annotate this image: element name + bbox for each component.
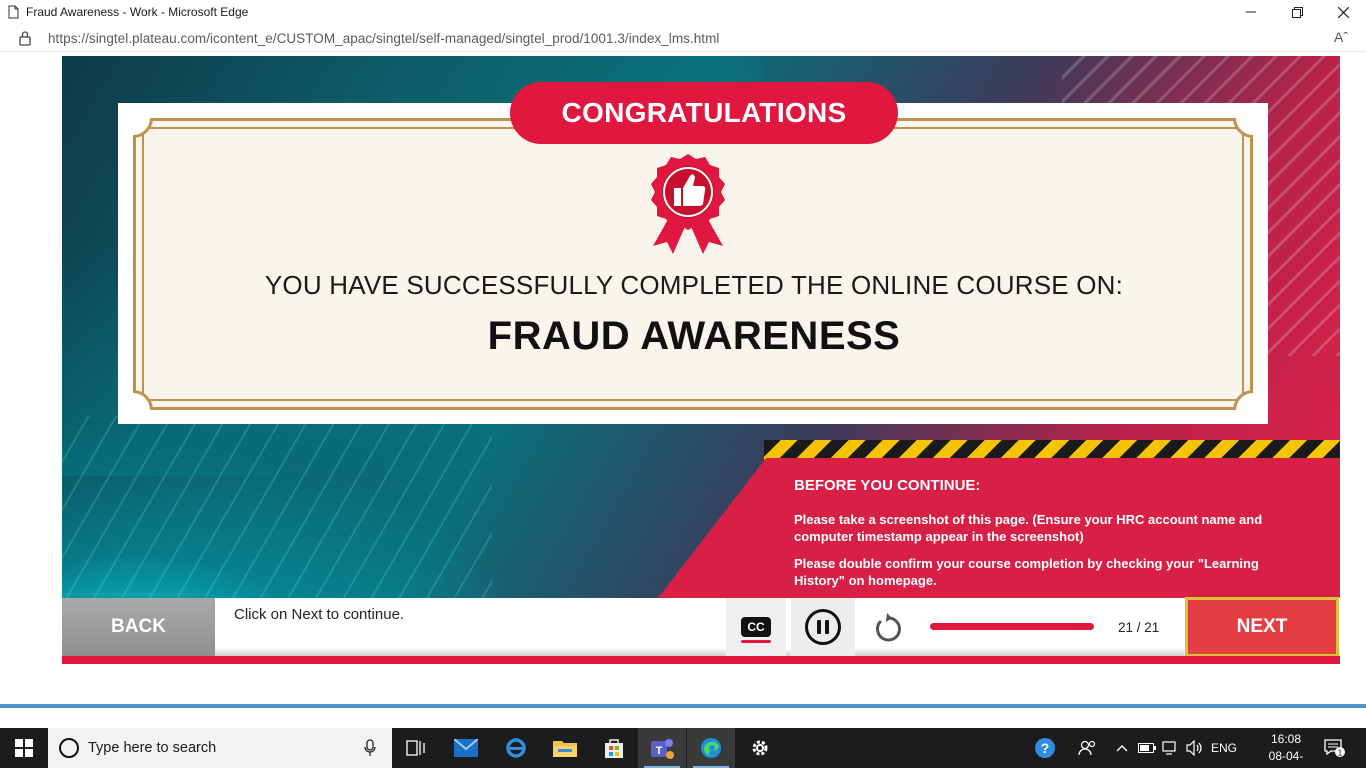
gear-icon [752,740,768,756]
pause-bar [817,620,821,634]
notification-icon: 1 [1324,739,1345,758]
taskbar-store[interactable] [590,728,638,768]
closed-caption-button[interactable]: CC [726,598,786,656]
input-language[interactable]: ENG [1208,728,1240,768]
taskbar-edge[interactable] [687,728,735,768]
taskbar-file-explorer[interactable] [541,728,589,768]
notification-count: 1 [1338,749,1343,758]
congratulations-banner: CONGRATULATIONS [510,82,898,144]
window-title-bar: Fraud Awareness - Work - Microsoft Edge [0,0,1366,24]
task-view-icon [406,740,425,756]
volume-tray-button[interactable] [1184,728,1206,768]
taskbar-teams[interactable]: T [638,728,686,768]
pause-bar [825,620,829,634]
close-button[interactable] [1320,0,1366,24]
cc-icon: CC [741,617,771,643]
progress-bar[interactable] [930,623,1094,630]
page-counter: 21 / 21 [1118,620,1160,635]
search-icon [59,738,79,758]
teams-icon: T [651,739,674,759]
maximize-button[interactable] [1274,0,1320,24]
network-icon [1162,741,1176,755]
volume-icon [1186,740,1202,756]
folder-icon [553,741,577,757]
svg-text:?: ? [1041,740,1050,756]
start-button[interactable] [0,728,48,768]
caption-text: Click on Next to continue. [234,606,405,623]
task-view-button[interactable] [392,728,440,768]
pause-icon [805,609,841,645]
svg-text:T: T [656,745,663,757]
taskbar-settings[interactable] [736,728,784,768]
player-controls: BACK Click on Next to continue. CC 21 / … [62,597,1340,657]
course-player: CONGRATULATIONS YOU HAVE SUCCESSFULLY CO… [62,56,1340,664]
microphone-icon[interactable] [364,739,376,757]
mail-icon [454,739,478,757]
help-tray-button[interactable]: ? [1030,728,1060,768]
bottom-accent-bar [62,656,1340,664]
address-bar: https://singtel.plateau.com/icontent_e/C… [0,24,1366,52]
taskbar-internet-explorer[interactable] [492,728,540,768]
show-hidden-icons-button[interactable] [1112,728,1132,768]
edge-icon [701,738,721,758]
next-button[interactable]: NEXT [1185,597,1339,657]
clock-time: 16:08 [1270,732,1302,746]
minimize-icon [1246,11,1256,13]
notice-screenshot-instruction: Please take a screenshot of this page. (… [794,512,1263,544]
window-title: Fraud Awareness - Work - Microsoft Edge [26,5,249,19]
back-button[interactable]: BACK [62,598,215,656]
help-icon: ? [1035,738,1055,758]
store-icon [605,739,623,758]
people-icon [1078,740,1096,756]
notice-title: BEFORE YOU CONTINUE: [794,477,981,494]
taskbar: Type here to search T ? ENG 16:08 08-04-… [0,728,1366,780]
notice-learning-history-instruction: Please double confirm your course comple… [794,556,1259,588]
internet-explorer-icon [506,738,526,758]
clock-date: 08-04-2023 [1268,749,1304,780]
action-center-button[interactable]: 1 [1320,728,1350,768]
chevron-up-icon [1116,745,1128,752]
windows-logo-icon [15,739,33,757]
course-name: FRAUD AWARENESS [487,314,901,358]
lock-icon[interactable] [18,30,32,46]
url-field[interactable]: https://singtel.plateau.com/icontent_e/C… [48,31,719,46]
page-icon [8,5,19,19]
restore-icon [1291,6,1303,18]
read-aloud-icon[interactable]: Aˆ [1334,29,1348,45]
battery-icon [1138,743,1156,753]
system-clock[interactable]: 16:08 08-04-2023 [1256,731,1316,782]
player-bar-shade [62,648,1340,656]
taskbar-search[interactable]: Type here to search [48,728,392,768]
minimize-button[interactable] [1228,0,1274,24]
people-tray-button[interactable] [1072,728,1102,768]
network-tray-button[interactable] [1160,728,1182,768]
replay-icon[interactable] [870,610,906,646]
hazard-stripe [764,440,1340,460]
pause-button[interactable] [791,598,855,656]
completion-statement: YOU HAVE SUCCESSFULLY COMPLETED THE ONLI… [264,270,1124,300]
search-placeholder: Type here to search [88,740,217,756]
battery-tray-button[interactable] [1136,728,1158,768]
thumbs-up-ribbon-icon [651,154,725,254]
page-separator [0,704,1366,708]
progress-fill [930,623,1094,630]
taskbar-mail[interactable] [442,728,490,768]
close-icon [1337,6,1349,18]
